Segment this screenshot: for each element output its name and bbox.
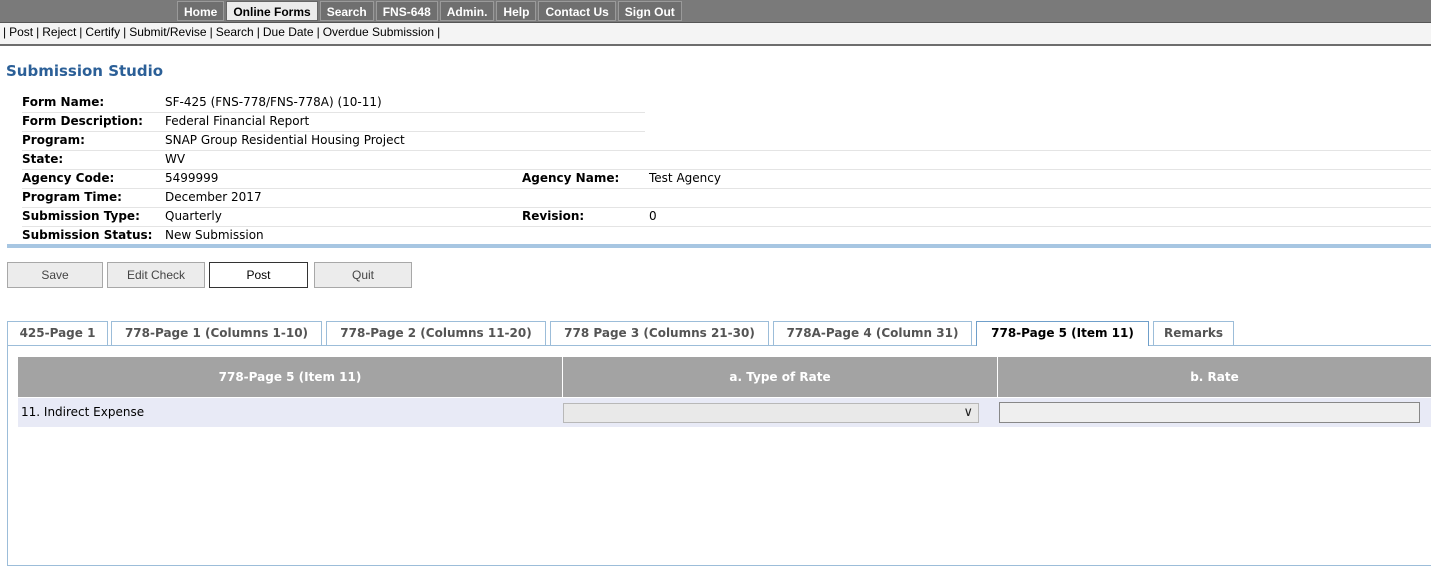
quit-button[interactable]: Quit — [314, 262, 412, 288]
top-menu: Home Online Forms Search FNS-648 Admin. … — [177, 1, 684, 21]
rate-input[interactable] — [999, 402, 1420, 423]
submenu-reject[interactable]: Reject — [42, 25, 76, 39]
separator: | — [437, 25, 441, 39]
grid-header-rate: b. Rate — [998, 357, 1431, 397]
form-name-label: Form Name: — [22, 95, 105, 109]
agency-name-label: Agency Name: — [522, 171, 620, 185]
submission-status-value: New Submission — [165, 228, 264, 242]
tab-778-page-2[interactable]: 778-Page 2 (Columns 11-20) — [326, 321, 546, 345]
info-row-agency: Agency Code: 5499999 Agency Name: Test A… — [22, 170, 1431, 189]
tab-778a-page-4[interactable]: 778A-Page 4 (Column 31) — [773, 321, 972, 345]
menu-help[interactable]: Help — [496, 1, 537, 21]
grid-header-item: 778-Page 5 (Item 11) — [18, 357, 563, 397]
program-value: SNAP Group Residential Housing Project — [165, 133, 405, 147]
agency-code-value: 5499999 — [165, 171, 219, 185]
state-value: WV — [165, 152, 186, 166]
submission-type-value: Quarterly — [165, 209, 222, 223]
info-row-program-time: Program Time: December 2017 — [22, 189, 1431, 208]
menu-search[interactable]: Search — [319, 1, 374, 21]
separator: | — [123, 25, 127, 39]
state-label: State: — [22, 152, 64, 166]
submenu-submit-revise[interactable]: Submit/Revise — [129, 25, 206, 39]
chevron-down-icon: ∨ — [963, 405, 973, 420]
tab-778-page-5[interactable]: 778-Page 5 (Item 11) — [976, 321, 1149, 346]
program-time-value: December 2017 — [165, 190, 262, 204]
separator: | — [316, 25, 320, 39]
menu-admin[interactable]: Admin. — [439, 1, 495, 21]
tab-425-page-1[interactable]: 425-Page 1 — [7, 321, 108, 345]
sub-menu-bar: | Post | Reject | Certify | Submit/Revise | Searc… — [0, 23, 1431, 46]
info-row-state: State: WV — [22, 151, 1431, 170]
menu-contact-us[interactable]: Contact Us — [538, 1, 616, 21]
submission-status-label: Submission Status: — [22, 228, 153, 242]
agency-name-value: Test Agency — [649, 171, 721, 185]
info-row-form-description: Form Description: Federal Financial Repo… — [22, 113, 645, 132]
form-info-table: Form Name: SF-425 (FNS-778/FNS-778A) (10… — [22, 94, 1431, 246]
separator: | — [3, 25, 7, 39]
save-button[interactable]: Save — [7, 262, 103, 288]
menu-sign-out[interactable]: Sign Out — [617, 1, 682, 21]
info-row-submission-type: Submission Type: Quarterly Revision: 0 — [22, 208, 1431, 227]
grid-header-type-of-rate: a. Type of Rate — [563, 357, 998, 397]
post-button[interactable]: Post — [209, 262, 308, 288]
menu-online-forms[interactable]: Online Forms — [226, 1, 318, 21]
submenu-search[interactable]: Search — [216, 25, 254, 39]
submenu-post[interactable]: Post — [9, 25, 33, 39]
info-row-form-name: Form Name: SF-425 (FNS-778/FNS-778A) (10… — [22, 94, 645, 113]
separator: | — [209, 25, 213, 39]
menu-fns-648[interactable]: FNS-648 — [375, 1, 438, 21]
revision-label: Revision: — [522, 209, 585, 223]
tab-remarks[interactable]: Remarks — [1153, 321, 1234, 345]
tab-778-page-3[interactable]: 778 Page 3 (Columns 21-30) — [550, 321, 769, 345]
form-name-value: SF-425 (FNS-778/FNS-778A) (10-11) — [165, 95, 382, 109]
submission-type-label: Submission Type: — [22, 209, 140, 223]
revision-value: 0 — [649, 209, 657, 223]
submenu-certify[interactable]: Certify — [85, 25, 120, 39]
page-title: Submission Studio — [6, 62, 164, 80]
agency-code-label: Agency Code: — [22, 171, 115, 185]
tab-778-page-1[interactable]: 778-Page 1 (Columns 1-10) — [111, 321, 322, 345]
form-description-label: Form Description: — [22, 114, 143, 128]
program-time-label: Program Time: — [22, 190, 122, 204]
submenu-due-date[interactable]: Due Date — [263, 25, 314, 39]
edit-check-button[interactable]: Edit Check — [107, 262, 205, 288]
row-label-indirect-expense: 11. Indirect Expense — [21, 405, 145, 419]
program-label: Program: — [22, 133, 85, 147]
separator: | — [36, 25, 40, 39]
menu-home[interactable]: Home — [177, 1, 225, 21]
divider — [7, 244, 1431, 248]
info-row-program: Program: SNAP Group Residential Housing … — [22, 132, 1431, 151]
separator: | — [256, 25, 260, 39]
type-of-rate-select[interactable]: ∨ — [563, 403, 979, 423]
submenu-overdue-submission[interactable]: Overdue Submission — [323, 25, 434, 39]
form-description-value: Federal Financial Report — [165, 114, 310, 128]
top-menu-bar: Home Online Forms Search FNS-648 Admin. … — [0, 0, 1431, 23]
